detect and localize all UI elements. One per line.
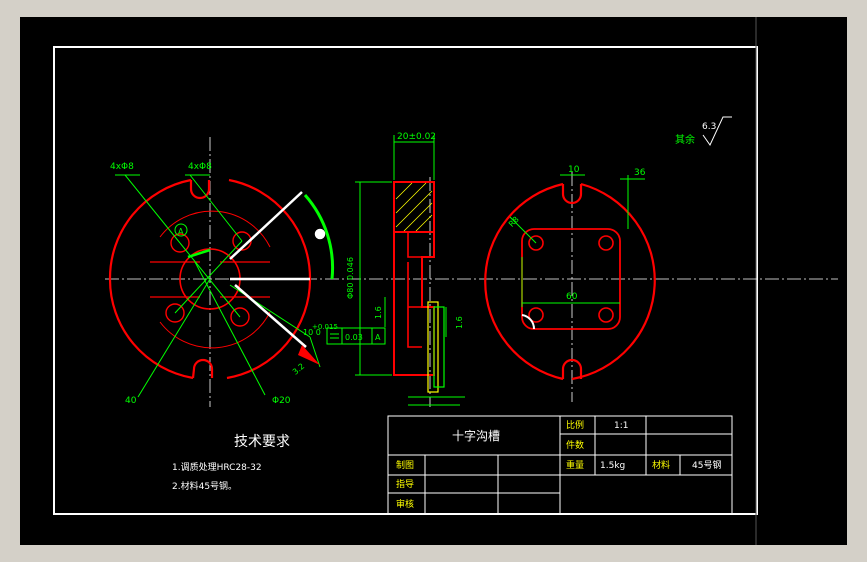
weight-value: 1.5kg	[600, 461, 625, 471]
review-label: 审核	[396, 498, 414, 510]
section-dimensions	[355, 135, 465, 406]
top-view	[484, 182, 656, 381]
cad-viewport[interactable]: 4xΦ8 4xΦ8 A 40 Φ20 3.2 +0.015 10 0 0.03 …	[20, 17, 847, 545]
top-hole-2	[598, 235, 614, 251]
top-dim-slot: 10	[568, 165, 580, 175]
roughness-label: 其余	[675, 133, 695, 146]
top-dimensions	[509, 174, 645, 307]
angle-arrow	[298, 345, 320, 365]
section-step-left: 1.6	[374, 306, 383, 319]
material-value: 45号钢	[692, 459, 721, 471]
section-groove	[407, 232, 422, 348]
top-dim-offset: 36	[634, 168, 646, 178]
qty-label: 件数	[566, 439, 584, 451]
flatness-datum: A	[375, 333, 381, 342]
section-width-dim: 20±0.02	[397, 132, 436, 142]
section-view	[393, 181, 445, 393]
top-outer-contour	[484, 182, 656, 381]
title-block	[387, 415, 733, 515]
center-lines	[105, 137, 838, 407]
hole-note-left: 4xΦ8	[110, 162, 134, 172]
datum-label: A	[178, 227, 184, 236]
dim-bottom-left: 40	[125, 396, 137, 406]
section-step-right: 1.6	[455, 316, 464, 329]
section-height-dim: Φ80 0.046	[346, 257, 355, 299]
hole-note-right: 4xΦ8	[188, 162, 212, 172]
hatch-lines	[395, 182, 433, 232]
drawn-label: 制图	[396, 459, 414, 471]
guided-label: 指导	[396, 478, 414, 490]
drawing-frame	[53, 46, 758, 515]
tol-base: 10 0	[303, 328, 321, 337]
tech-title: 技术要求	[234, 434, 290, 450]
cad-drawing: 4xΦ8 4xΦ8 A 40 Φ20 3.2 +0.015 10 0 0.03 …	[53, 17, 838, 545]
top-dim-width: 60	[566, 292, 578, 302]
tech-item-1: 1.调质处理HRC28-32	[172, 461, 262, 473]
scale-label: 比例	[566, 419, 584, 431]
scale-value: 1:1	[614, 421, 628, 431]
dim-angle: 3.2	[291, 362, 307, 377]
tech-item-2: 2.材料45号钢。	[172, 480, 237, 492]
section-key	[433, 306, 445, 388]
dim-bottom-right: Φ20	[272, 396, 291, 406]
material-label: 材料	[652, 459, 670, 471]
part-name: 十字沟槽	[452, 428, 500, 443]
top-hole-4	[598, 307, 614, 323]
roughness-value: 6.3	[702, 122, 716, 132]
weight-label: 重量	[566, 459, 584, 471]
front-bottom-slot	[191, 358, 214, 379]
